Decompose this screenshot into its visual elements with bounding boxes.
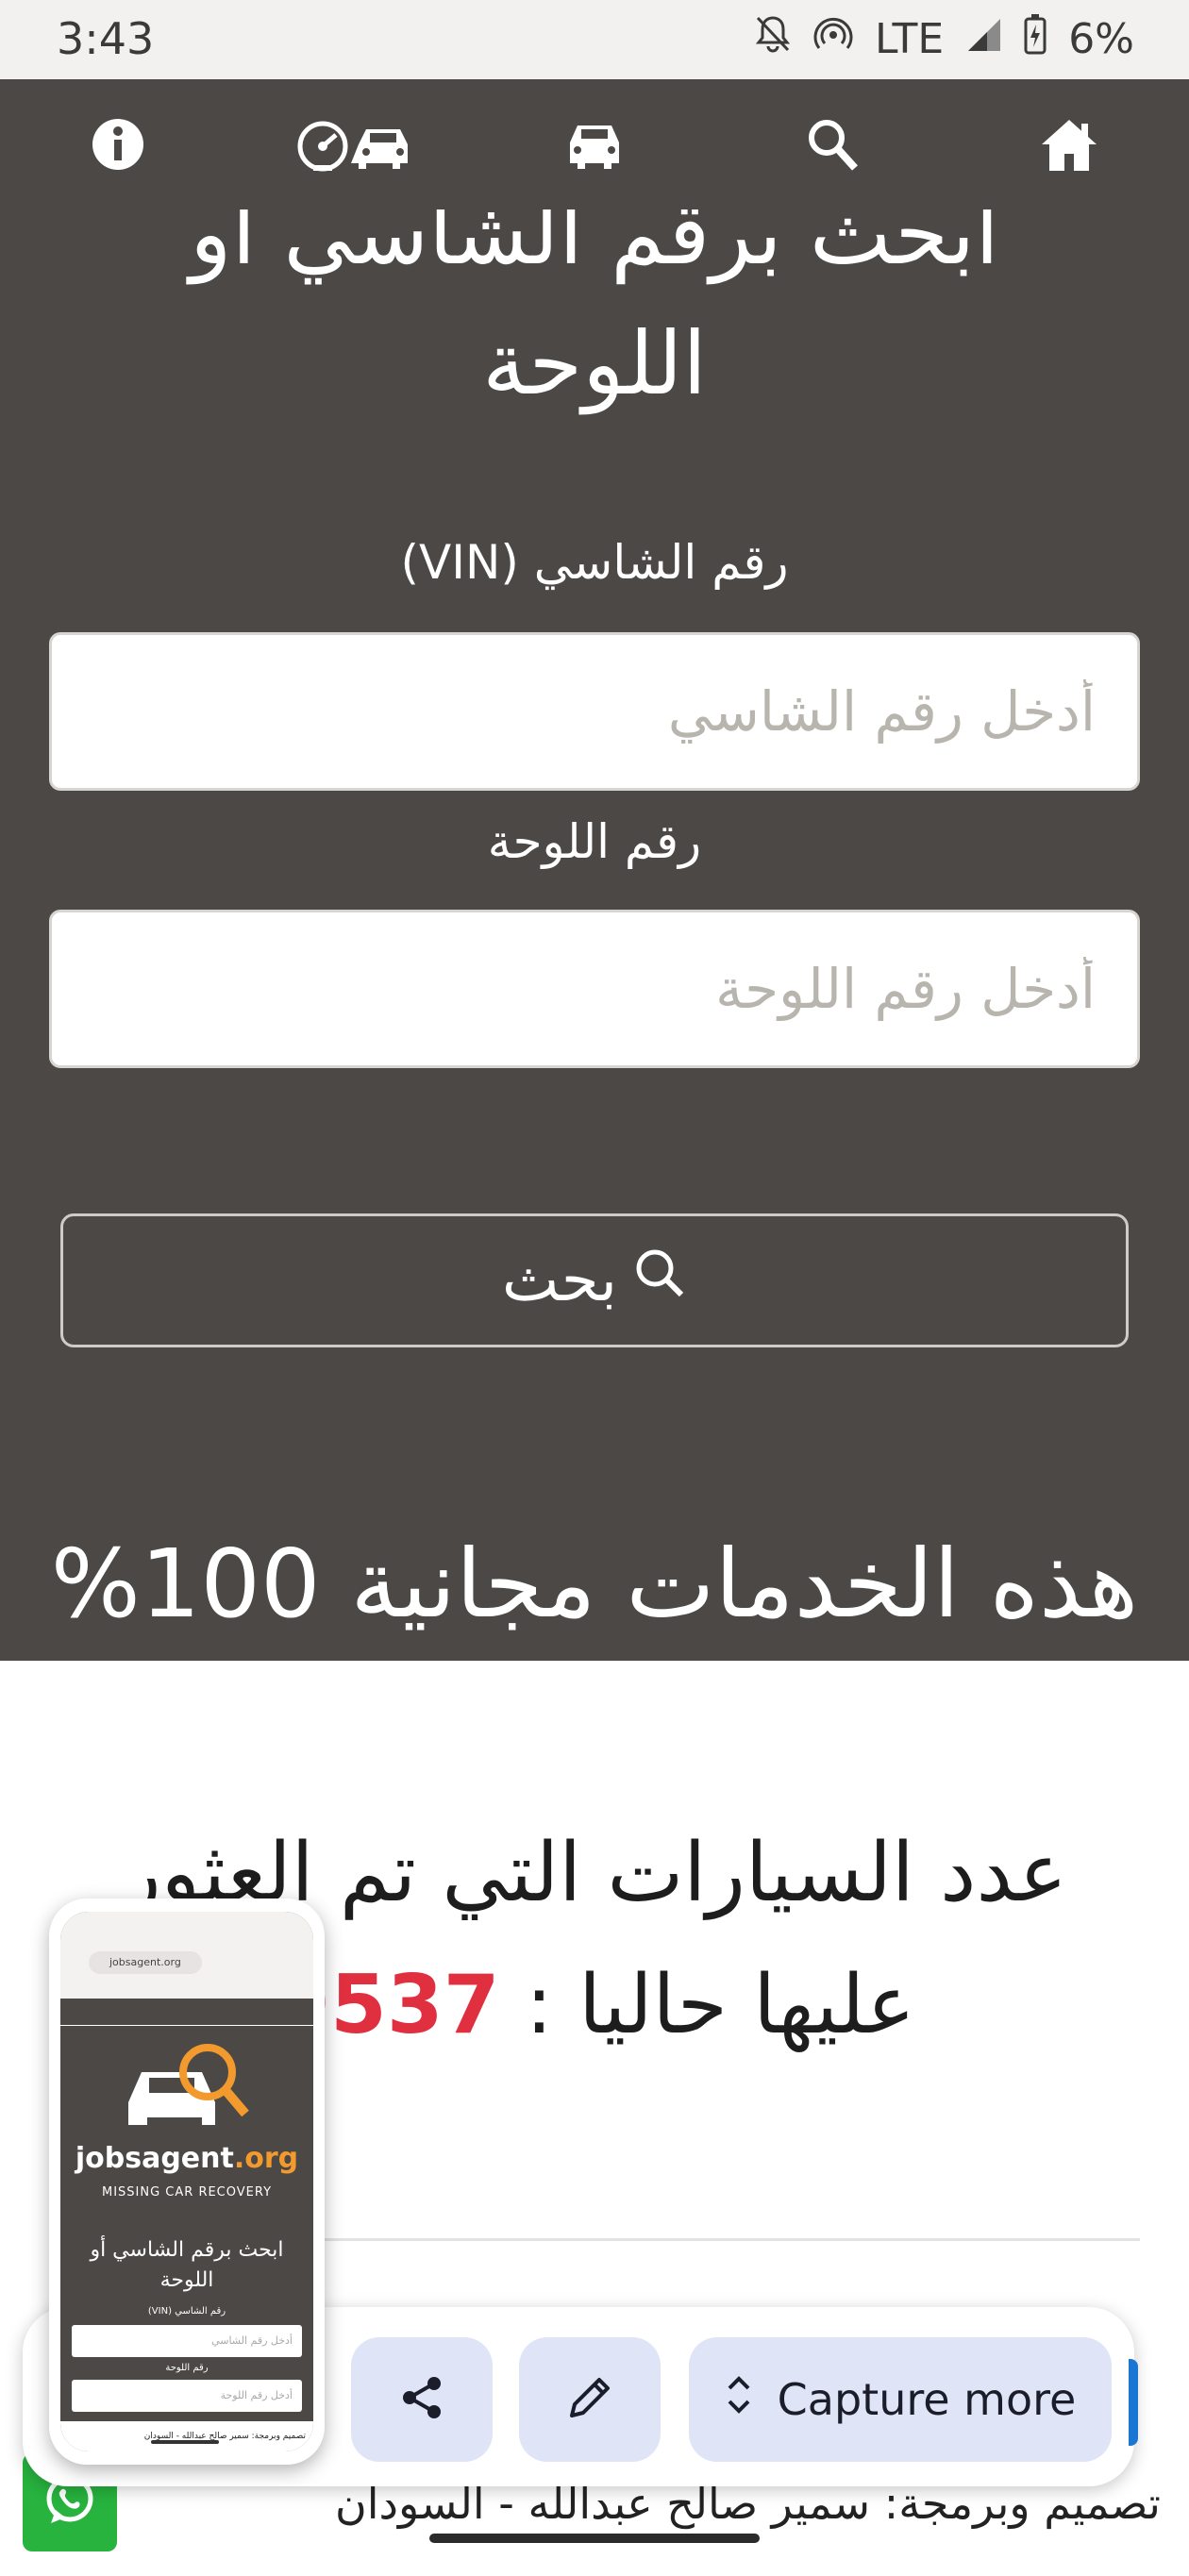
- battery-icon: [1023, 13, 1047, 65]
- plate-field-container: [49, 910, 1140, 1068]
- thumbnail-title-line2: اللوحة: [159, 2268, 214, 2292]
- vin-field-container: [49, 632, 1140, 791]
- home-icon[interactable]: [1038, 111, 1100, 177]
- pencil-icon: [564, 2372, 615, 2427]
- search-button-label: بحث: [502, 1246, 617, 1315]
- bell-off-icon: [754, 14, 792, 64]
- search-icon[interactable]: [804, 111, 861, 177]
- home-indicator[interactable]: [429, 2534, 760, 2543]
- hotspot-icon: [812, 14, 854, 64]
- thumbnail-url: jobsagent.org: [89, 1951, 202, 1974]
- thumbnail-logo-tld: .org: [233, 2142, 299, 2175]
- thumbnail-logo-car-icon: [121, 2034, 253, 2142]
- speedometer-car-icon[interactable]: [294, 111, 417, 177]
- search-button[interactable]: بحث: [60, 1213, 1129, 1347]
- thumbnail-title-line1: ابحث برقم الشاسي أو: [90, 2238, 284, 2262]
- thumbnail-plate-field: أدخل رقم اللوحة: [72, 2380, 302, 2412]
- thumbnail-handle: [151, 2440, 219, 2444]
- status-icons: LTE 6%: [754, 13, 1134, 65]
- plate-label: رقم اللوحة: [487, 814, 702, 869]
- free-services-banner: هذه الخدمات مجانية 100%: [50, 1529, 1139, 1639]
- share-button[interactable]: [351, 2337, 493, 2462]
- thumbnail-tagline: MISSING CAR RECOVERY: [101, 2185, 273, 2200]
- vin-label: رقم الشاسي (VIN): [400, 535, 789, 590]
- capture-more-button[interactable]: Capture more: [689, 2337, 1112, 2462]
- edit-button[interactable]: [519, 2337, 661, 2462]
- search-section: ابحث برقم الشاسي أو اللوحة رقم الشاسي (V…: [0, 209, 1189, 1661]
- network-type: LTE: [875, 15, 945, 63]
- plate-input[interactable]: [52, 912, 1137, 1065]
- thumbnail-navbar: [60, 1999, 313, 2026]
- page-title-line1: ابحث برقم الشاسي أو: [190, 209, 999, 284]
- page-title-line2: اللوحة: [482, 313, 707, 414]
- thumbnail-plate-label: رقم اللوحة: [165, 2363, 209, 2373]
- status-time: 3:43: [57, 13, 155, 64]
- thumbnail-logo-main: jobsagent: [75, 2142, 234, 2175]
- status-bar: 3:43 LTE 6%: [0, 0, 1189, 79]
- battery-level: 6%: [1068, 15, 1134, 63]
- signal-icon: [964, 15, 1002, 63]
- top-navbar: [0, 79, 1189, 212]
- found-cars-prefix: عليها حاليا :: [499, 1958, 915, 2052]
- thumbnail-screen: jobsagent.org jobsagent.org MISSING CAR …: [60, 1912, 313, 2451]
- thumbnail-browser-bar: jobsagent.org: [60, 1912, 313, 1999]
- capture-more-label: Capture more: [777, 2374, 1077, 2425]
- thumbnail-vin-label: رقم الشاسي (VIN): [147, 2306, 226, 2317]
- car-icon[interactable]: [564, 111, 625, 177]
- thumbnail-logo: jobsagent.org: [60, 2142, 313, 2175]
- screenshot-thumbnail[interactable]: jobsagent.org jobsagent.org MISSING CAR …: [49, 1899, 325, 2465]
- thumbnail-footer: تصميم وبرمجة: سمير صالح عبدالله - السودا…: [60, 2421, 313, 2451]
- info-icon[interactable]: [87, 111, 149, 177]
- thumbnail-vin-field: أدخل رقم الشاسي: [72, 2325, 302, 2357]
- expand-vertical-icon: [725, 2371, 753, 2429]
- partial-button-edge: [1129, 2359, 1138, 2446]
- vin-input[interactable]: [52, 635, 1137, 788]
- share-icon: [396, 2372, 447, 2427]
- search-icon: [634, 1246, 687, 1315]
